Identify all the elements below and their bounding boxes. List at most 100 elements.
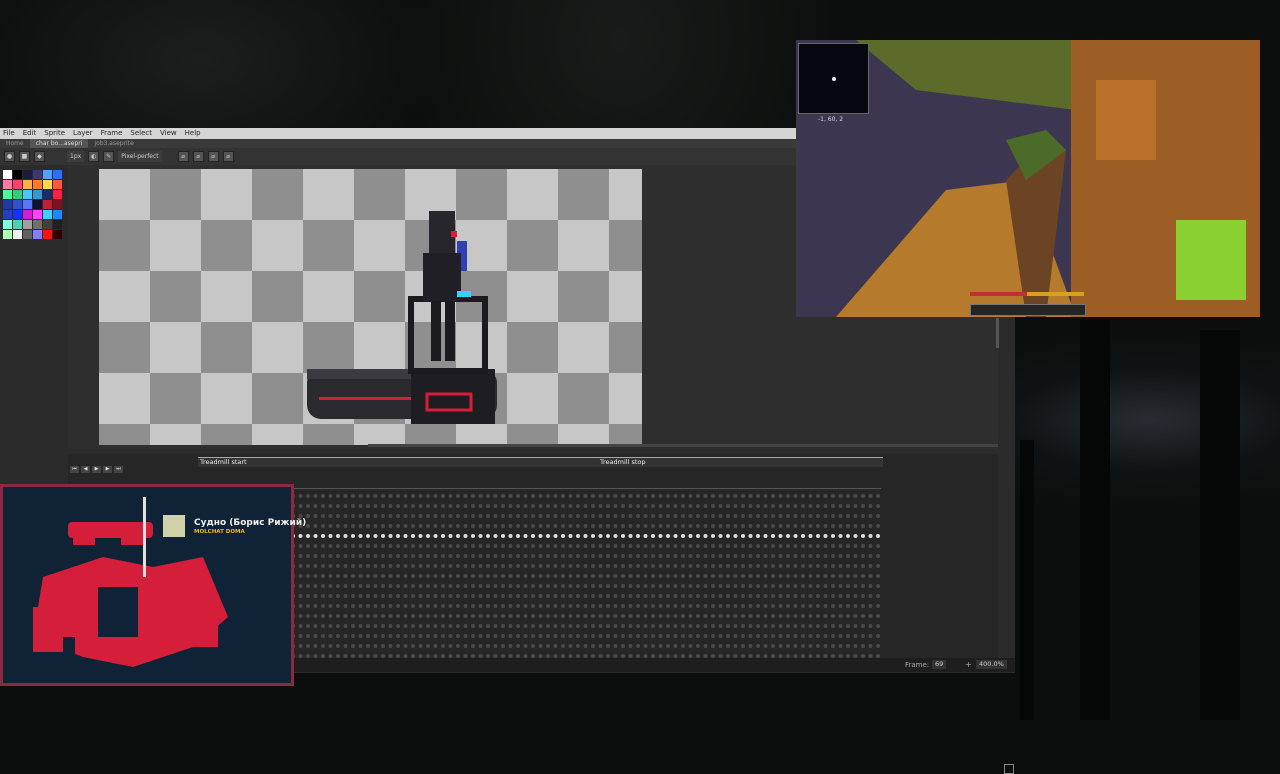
cel-dot[interactable]	[523, 494, 528, 498]
cel-dot[interactable]	[613, 584, 618, 588]
cel-dot[interactable]	[351, 544, 355, 548]
cel-dot[interactable]	[853, 584, 858, 588]
cel-dot[interactable]	[733, 554, 738, 558]
cel-dot[interactable]	[636, 594, 640, 598]
cel-dot[interactable]	[868, 594, 873, 598]
cel-dot[interactable]	[598, 514, 603, 518]
cel-dot[interactable]	[411, 574, 415, 578]
cel-dot[interactable]	[388, 604, 393, 608]
cel-dot[interactable]	[553, 564, 558, 568]
cel-dot[interactable]	[786, 584, 790, 588]
cel-dot[interactable]	[771, 554, 775, 558]
cel-dot[interactable]	[756, 544, 760, 548]
cel-dot[interactable]	[778, 634, 783, 638]
cel-dot[interactable]	[628, 554, 633, 558]
cel-dot[interactable]	[508, 644, 513, 648]
cel-dot[interactable]	[396, 604, 400, 608]
cel-dot[interactable]	[583, 624, 588, 628]
cel-dot[interactable]	[823, 564, 828, 568]
brush-type-icon[interactable]: ●	[4, 151, 15, 162]
cel-dot[interactable]	[553, 534, 558, 538]
cel-dot[interactable]	[658, 594, 663, 598]
cel-dot[interactable]	[456, 564, 460, 568]
cel-dot[interactable]	[853, 594, 858, 598]
cel-dot[interactable]	[478, 554, 483, 558]
cel-dot[interactable]	[568, 624, 573, 628]
palette-swatch[interactable]	[53, 230, 62, 239]
cel-dot[interactable]	[358, 614, 363, 618]
cel-dot[interactable]	[786, 644, 790, 648]
cel-dot[interactable]	[711, 584, 715, 588]
cel-dot[interactable]	[636, 534, 640, 538]
cel-dot[interactable]	[876, 564, 880, 568]
cel-dot[interactable]	[523, 584, 528, 588]
cel-dot[interactable]	[583, 544, 588, 548]
cel-dot[interactable]	[351, 504, 355, 508]
cel-dot[interactable]	[426, 584, 430, 588]
cel-dot[interactable]	[733, 634, 738, 638]
brush-size-field[interactable]: 1px	[67, 151, 85, 162]
menu-frame[interactable]: Frame	[101, 128, 123, 139]
cel-dot[interactable]	[823, 584, 828, 588]
cel-dot[interactable]	[643, 624, 648, 628]
cel-dot[interactable]	[576, 604, 580, 608]
cel-dot[interactable]	[366, 524, 370, 528]
cel-dot[interactable]	[681, 534, 685, 538]
cel-dot[interactable]	[463, 634, 468, 638]
cel-dot[interactable]	[426, 604, 430, 608]
cel-dot[interactable]	[696, 624, 700, 628]
cel-dot[interactable]	[471, 624, 475, 628]
cel-dot[interactable]	[591, 514, 595, 518]
cel-dot[interactable]	[853, 544, 858, 548]
cel-dot[interactable]	[838, 634, 843, 638]
cel-dot[interactable]	[583, 494, 588, 498]
cel-dot[interactable]	[628, 574, 633, 578]
cel-dot[interactable]	[516, 534, 520, 538]
cel-dot[interactable]	[373, 554, 378, 558]
cel-dot[interactable]	[726, 644, 730, 648]
cel-dot[interactable]	[576, 594, 580, 598]
cel-dot[interactable]	[838, 614, 843, 618]
cel-dot[interactable]	[651, 644, 655, 648]
cel-dot[interactable]	[583, 504, 588, 508]
cel-dot[interactable]	[711, 504, 715, 508]
cel-dot[interactable]	[726, 534, 730, 538]
cel-dot[interactable]	[403, 554, 408, 558]
cel-dot[interactable]	[681, 524, 685, 528]
cel-dot[interactable]	[298, 634, 303, 638]
cel-dot[interactable]	[621, 534, 625, 538]
cel-dot[interactable]	[411, 514, 415, 518]
cel-dot[interactable]	[763, 584, 768, 588]
cel-dot[interactable]	[681, 584, 685, 588]
cel-dot[interactable]	[486, 564, 490, 568]
cel-dot[interactable]	[816, 574, 820, 578]
cel-dot[interactable]	[388, 624, 393, 628]
cel-dot[interactable]	[546, 534, 550, 538]
cel-dot[interactable]	[471, 604, 475, 608]
cel-dot[interactable]	[501, 584, 505, 588]
cel-dot[interactable]	[733, 504, 738, 508]
cel-dot[interactable]	[628, 634, 633, 638]
palette-swatch[interactable]	[3, 180, 12, 189]
cel-dot[interactable]	[576, 564, 580, 568]
cel-dot[interactable]	[861, 564, 865, 568]
cel-dot[interactable]	[493, 504, 498, 508]
cel-dot[interactable]	[411, 524, 415, 528]
cel-dot[interactable]	[876, 574, 880, 578]
cel-dot[interactable]	[816, 494, 820, 498]
cel-dot[interactable]	[418, 574, 423, 578]
cel-dot[interactable]	[328, 644, 333, 648]
cel-dot[interactable]	[666, 534, 670, 538]
cel-dot[interactable]	[463, 584, 468, 588]
cel-dot[interactable]	[838, 554, 843, 558]
cel-dot[interactable]	[621, 514, 625, 518]
cel-dot[interactable]	[598, 534, 603, 538]
cel-dot[interactable]	[471, 584, 475, 588]
cel-dot[interactable]	[433, 514, 438, 518]
cel-dot[interactable]	[673, 544, 678, 548]
cel-dot[interactable]	[351, 494, 355, 498]
cel-dot[interactable]	[696, 594, 700, 598]
cel-dot[interactable]	[441, 514, 445, 518]
cel-dot[interactable]	[306, 634, 310, 638]
cel-dot[interactable]	[621, 574, 625, 578]
